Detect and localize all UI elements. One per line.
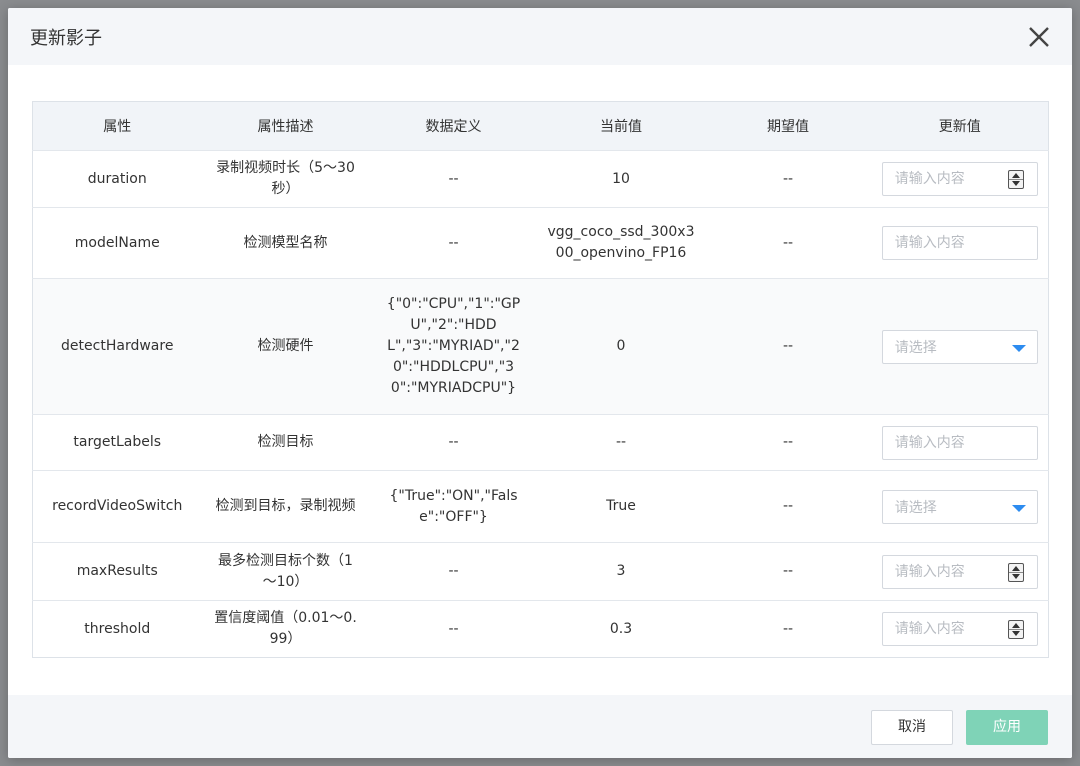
property-name: duration	[32, 150, 202, 208]
stepper-up-icon[interactable]	[1011, 623, 1020, 628]
property-name: maxResults	[32, 542, 202, 601]
data-definition: --	[369, 542, 538, 601]
current-value: True	[537, 470, 705, 543]
update-value-field[interactable]	[882, 613, 1015, 645]
update-value-number-input	[881, 612, 1038, 646]
column-header: 属性	[32, 101, 202, 151]
update-value-cell: 请选择	[871, 470, 1049, 543]
data-definition: {"True":"ON","False":"OFF"}	[369, 470, 538, 543]
dialog-footer: 取消 应用	[8, 695, 1072, 758]
table-row: duration 录制视频时长（5～30秒） -- 10 --	[32, 150, 1049, 208]
current-value: --	[537, 414, 705, 471]
stepper-divider	[1008, 571, 1023, 573]
dialog-header: 更新影子	[8, 8, 1072, 65]
expected-value: --	[704, 600, 872, 658]
property-description: 置信度阈值（0.01～0.99）	[201, 600, 370, 658]
update-value-cell	[871, 600, 1049, 658]
update-value-field[interactable]	[882, 426, 1015, 459]
update-value-field[interactable]	[882, 163, 1015, 195]
update-value-input	[881, 226, 1038, 260]
data-definition: --	[369, 414, 538, 471]
current-value: 10	[537, 150, 705, 208]
column-header: 更新值	[871, 101, 1049, 151]
stepper-divider	[1008, 629, 1023, 630]
dialog-title: 更新影子	[30, 28, 102, 49]
stepper-divider	[1008, 179, 1023, 180]
stepper-up-icon[interactable]	[1011, 565, 1020, 571]
select-placeholder: 请选择	[894, 499, 937, 516]
data-definition: --	[369, 600, 538, 658]
update-value-cell	[871, 150, 1049, 208]
close-icon[interactable]	[1024, 22, 1054, 52]
table-row: threshold 置信度阈值（0.01～0.99） -- 0.3 --	[32, 600, 1049, 658]
stepper-down-icon[interactable]	[1011, 573, 1020, 579]
current-value: 0	[537, 278, 705, 415]
update-value-select[interactable]: 请选择	[881, 489, 1038, 524]
current-value: 3	[537, 542, 705, 601]
current-value: vgg_coco_ssd_300x300_openvino_FP16	[537, 207, 705, 279]
property-name: recordVideoSwitch	[32, 470, 202, 543]
current-value: 0.3	[537, 600, 705, 658]
expected-value: --	[704, 470, 872, 543]
property-description: 检测模型名称	[201, 207, 370, 279]
update-value-field[interactable]	[882, 227, 1015, 259]
update-value-cell	[871, 207, 1049, 279]
stepper-up-icon[interactable]	[1011, 173, 1020, 178]
table-row: recordVideoSwitch 检测到目标，录制视频 {"True":"ON",…	[32, 470, 1049, 543]
update-value-cell	[871, 414, 1049, 471]
data-definition: --	[369, 150, 538, 208]
property-name: targetLabels	[32, 414, 202, 471]
property-name: modelName	[32, 207, 202, 279]
expected-value: --	[704, 414, 872, 471]
property-description: 检测硬件	[201, 278, 370, 415]
update-value-number-input	[881, 162, 1038, 196]
property-description: 检测目标	[201, 414, 370, 471]
chevron-down-icon[interactable]	[1011, 504, 1026, 512]
update-value-field[interactable]	[882, 555, 1015, 588]
update-value-cell: 请选择	[871, 278, 1049, 415]
expected-value: --	[704, 207, 872, 279]
property-description: 最多检测目标个数（1～10）	[201, 542, 370, 601]
property-name: threshold	[32, 600, 202, 658]
apply-button[interactable]: 应用	[966, 710, 1048, 745]
column-header: 数据定义	[369, 101, 538, 151]
expected-value: --	[704, 278, 872, 415]
expected-value: --	[704, 542, 872, 601]
property-description: 录制视频时长（5～30秒）	[201, 150, 370, 208]
table-row: maxResults 最多检测目标个数（1～10） -- 3 --	[32, 542, 1049, 601]
data-definition: --	[369, 207, 538, 279]
column-header: 属性描述	[201, 101, 370, 151]
stepper-down-icon[interactable]	[1011, 181, 1020, 186]
data-definition: {"0":"CPU","1":"GPU","2":"HDDL","3":"MYR…	[369, 278, 538, 415]
stepper-down-icon[interactable]	[1011, 631, 1020, 636]
update-value-cell	[871, 542, 1049, 601]
update-value-select[interactable]: 请选择	[881, 329, 1038, 364]
select-placeholder: 请选择	[894, 339, 937, 356]
properties-table: 属性 属性描述 数据定义 当前值 期望值 更新值 duration 录制视频时长（5～30秒…	[32, 101, 1049, 658]
table-row: detectHardware 检测硬件 {"0":"CPU","1":"GPU","…	[32, 278, 1049, 415]
update-value-input	[881, 425, 1038, 460]
table-row: modelName 检测模型名称 -- vgg_coco_ssd_300x300_op…	[32, 207, 1049, 279]
table-header-row: 属性 属性描述 数据定义 当前值 期望值 更新值	[32, 101, 1049, 151]
update-value-number-input	[881, 554, 1038, 589]
update-shadow-dialog: 更新影子 属性 属性描述 数据定义 当前值 期望值 更新值 duration 录制视频时长（…	[8, 8, 1072, 758]
stepper-icon[interactable]	[1007, 170, 1024, 189]
table-row: targetLabels 检测目标 -- -- --	[32, 414, 1049, 471]
column-header: 当前值	[537, 101, 705, 151]
expected-value: --	[704, 150, 872, 208]
stepper-icon[interactable]	[1007, 562, 1024, 582]
column-header: 期望值	[704, 101, 872, 151]
table-body: duration录制视频时长（5～30秒）--10--modelName检测模型…	[32, 150, 1049, 658]
property-name: detectHardware	[32, 278, 202, 415]
stepper-icon[interactable]	[1007, 620, 1024, 639]
cancel-button[interactable]: 取消	[871, 710, 953, 745]
chevron-down-icon[interactable]	[1011, 344, 1026, 352]
property-description: 检测到目标，录制视频	[201, 470, 370, 543]
